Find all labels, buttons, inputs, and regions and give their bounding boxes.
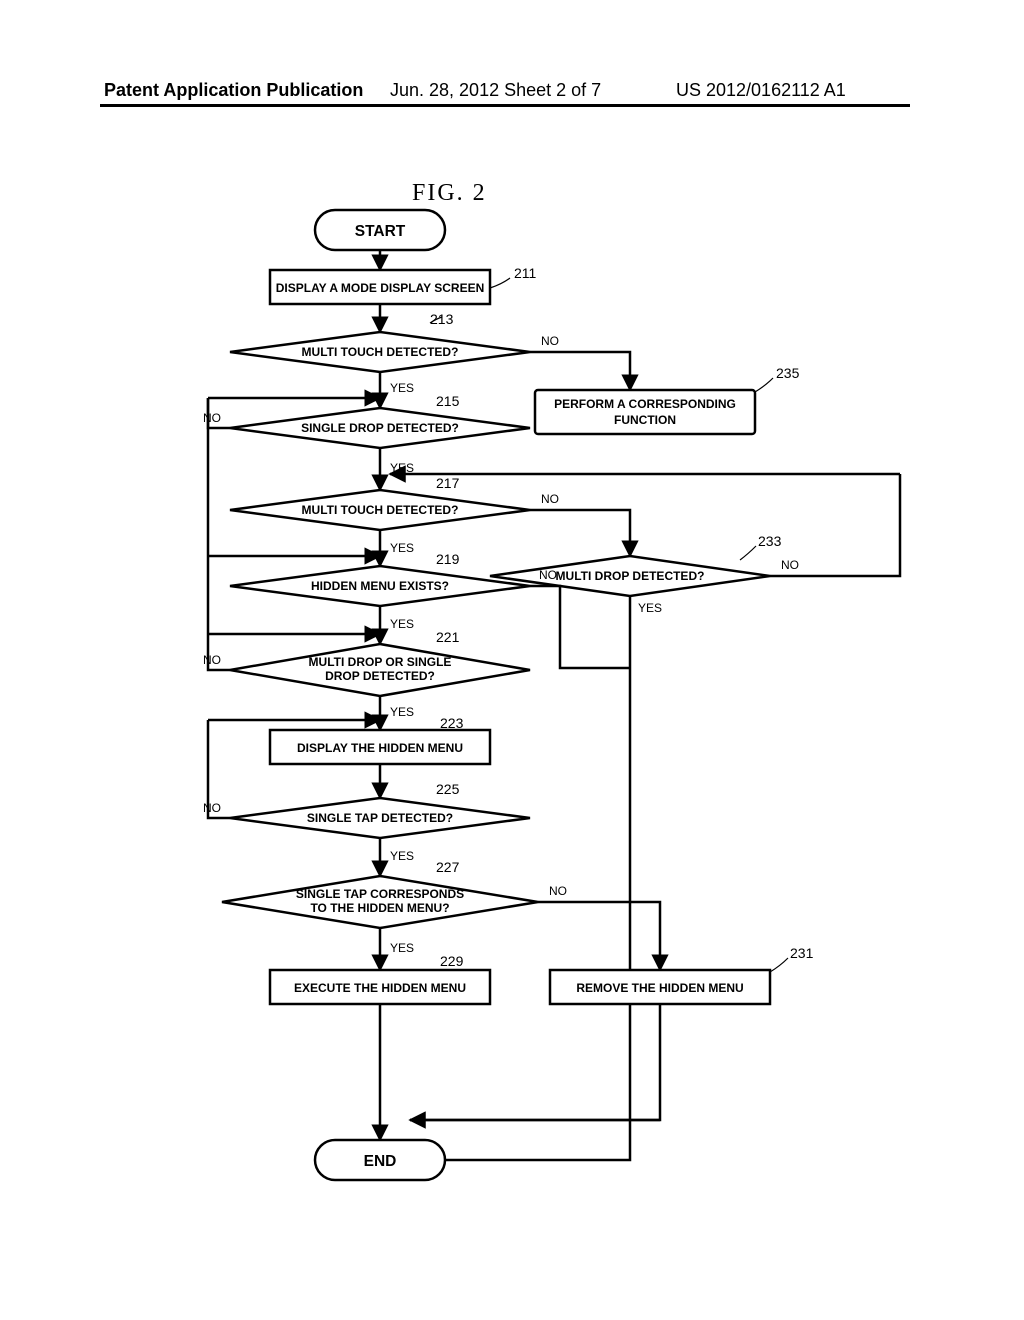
label-no-219: NO [539, 568, 557, 582]
label-no-227: NO [549, 884, 567, 898]
label-no-213: NO [541, 334, 559, 348]
flowchart: START DISPLAY A MODE DISPLAY SCREEN 211 … [140, 200, 920, 1260]
label-yes-225: YES [390, 849, 414, 863]
ref-221: 221 [436, 629, 460, 645]
ref-229: 229 [440, 953, 464, 969]
ref-223: 223 [440, 715, 464, 731]
node-215-label: SINGLE DROP DETECTED? [301, 421, 459, 435]
node-235-label-b: FUNCTION [614, 413, 676, 427]
ref-235: 235 [776, 365, 800, 381]
label-yes-217: YES [390, 541, 414, 555]
ref-233: 233 [758, 533, 782, 549]
node-219-label: HIDDEN MENU EXISTS? [311, 579, 449, 593]
label-yes-233: YES [638, 601, 662, 615]
node-223-label: DISPLAY THE HIDDEN MENU [297, 741, 463, 755]
ref-231: 231 [790, 945, 814, 961]
node-233-label: MULTI DROP DETECTED? [556, 569, 705, 583]
node-213-label: MULTI TOUCH DETECTED? [302, 345, 459, 359]
node-235-label-a: PERFORM A CORRESPONDING [554, 397, 736, 411]
ref-217: 217 [436, 475, 460, 491]
node-229-label: EXECUTE THE HIDDEN MENU [294, 981, 466, 995]
start-label: START [355, 223, 406, 240]
node-221-label-b: DROP DETECTED? [325, 669, 435, 683]
ref-219: 219 [436, 551, 460, 567]
label-yes-219: YES [390, 617, 414, 631]
ref-213: 213 [430, 311, 454, 327]
header-rule [100, 104, 910, 107]
header-mid: Jun. 28, 2012 Sheet 2 of 7 [390, 80, 601, 101]
node-221-label-a: MULTI DROP OR SINGLE [309, 655, 452, 669]
header-right: US 2012/0162112 A1 [676, 80, 846, 101]
node-227-label-a: SINGLE TAP CORRESPONDS [296, 887, 464, 901]
ref-215: 215 [436, 393, 460, 409]
label-yes-213: YES [390, 381, 414, 395]
label-no-217: NO [541, 492, 559, 506]
ref-211: 211 [514, 265, 537, 281]
ref-225: 225 [436, 781, 460, 797]
label-no-233: NO [781, 558, 799, 572]
end-label: END [364, 1153, 397, 1170]
label-yes-227: YES [390, 941, 414, 955]
label-no-225: NO [203, 801, 221, 815]
node-225-label: SINGLE TAP DETECTED? [307, 811, 453, 825]
header-left: Patent Application Publication [104, 80, 363, 101]
ref-227: 227 [436, 859, 460, 875]
label-no-215: NO [203, 411, 221, 425]
node-217-label: MULTI TOUCH DETECTED? [302, 503, 459, 517]
node-231-label: REMOVE THE HIDDEN MENU [576, 981, 743, 995]
label-no-221: NO [203, 653, 221, 667]
label-yes-221: YES [390, 705, 414, 719]
node-211-label: DISPLAY A MODE DISPLAY SCREEN [276, 281, 485, 295]
node-227-label-b: TO THE HIDDEN MENU? [310, 901, 449, 915]
